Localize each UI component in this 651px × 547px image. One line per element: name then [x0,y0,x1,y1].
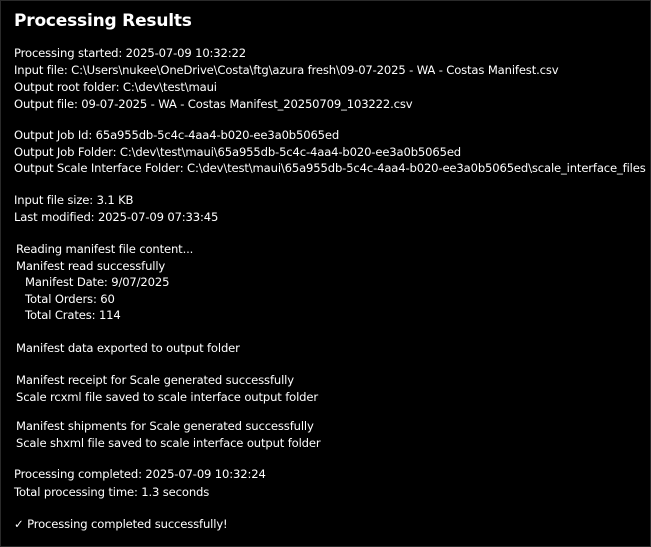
total-crates-text: Total Crates: 114 [25,308,121,322]
job-folder-text: Output Job Folder: C:\dev\test\maui\65a9… [14,145,462,159]
output-file-text: Output file: 09-07-2025 - WA - Costas Ma… [14,97,413,111]
receipt-generated-text: Manifest receipt for Scale generated suc… [16,373,294,387]
manifest-date-text: Manifest Date: 9/07/2025 [25,275,170,289]
shipments-generated-text: Manifest shipments for Scale generated s… [16,419,314,433]
success-message: ✓ Processing completed successfully! [14,517,228,531]
scale-folder-text: Output Scale Interface Folder: C:\dev\te… [14,161,646,175]
processing-completed-text: Processing completed: 2025-07-09 10:32:2… [14,467,266,481]
results-panel: Processing Results Processing started: 2… [0,0,651,547]
panel-title: Processing Results [14,11,192,31]
processing-started-text: Processing started: 2025-07-09 10:32:22 [14,46,246,60]
job-id-text: Output Job Id: 65a955db-5c4c-4aa4-b020-e… [14,128,340,142]
manifest-read-text: Manifest read successfully [16,259,166,273]
output-root-text: Output root folder: C:\dev\test\maui [14,80,217,94]
last-modified-text: Last modified: 2025-07-09 07:33:45 [14,210,219,224]
file-size-text: Input file size: 3.1 KB [14,193,134,207]
total-time-text: Total processing time: 1.3 seconds [14,485,210,499]
total-orders-text: Total Orders: 60 [25,292,115,306]
manifest-exported-text: Manifest data exported to output folder [16,341,240,355]
reading-manifest-text: Reading manifest file content... [16,242,194,256]
rcxml-saved-text: Scale rcxml file saved to scale interfac… [16,390,318,404]
input-file-text: Input file: C:\Users\nukee\OneDrive\Cost… [14,63,559,77]
shxml-saved-text: Scale shxml file saved to scale interfac… [16,436,321,450]
